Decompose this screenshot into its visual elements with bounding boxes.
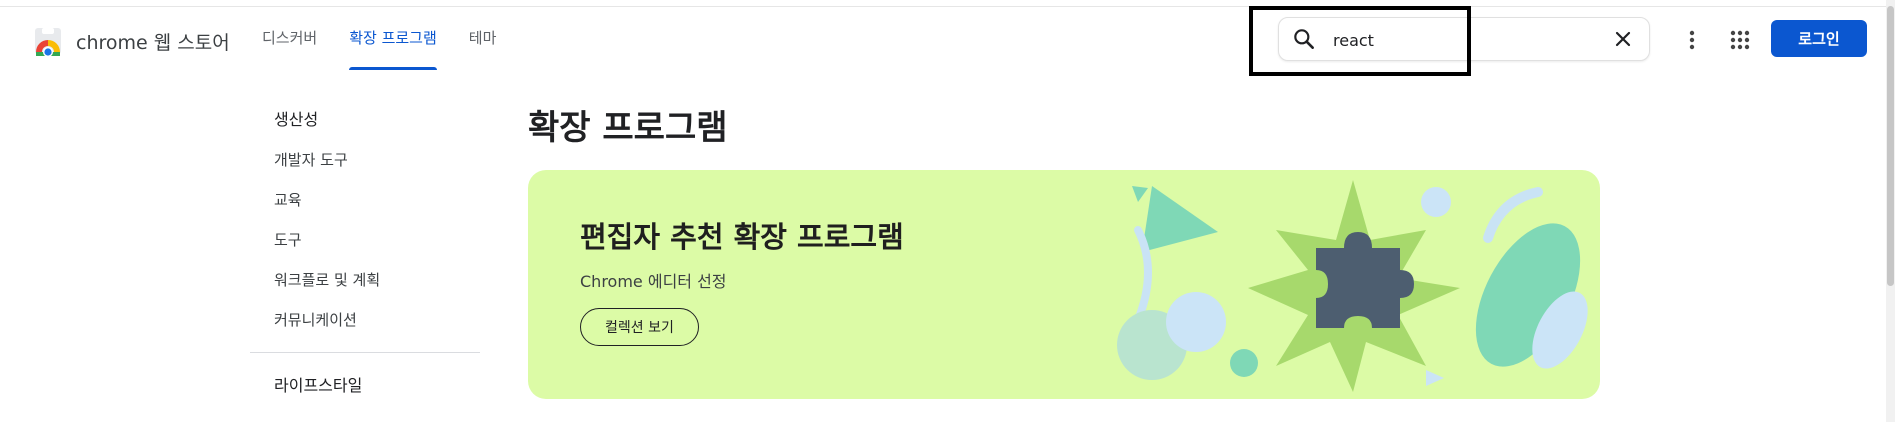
category-sidebar: 생산성 개발자 도구 교육 도구 워크플로 및 계획 커뮤니케이션 라이프스타일 (250, 100, 480, 406)
banner-subtitle: Chrome 에디터 선정 (580, 272, 727, 291)
apps-grid-icon[interactable] (1728, 28, 1752, 52)
banner-title: 편집자 추천 확장 프로그램 (580, 220, 904, 254)
more-vert-icon[interactable] (1682, 28, 1702, 52)
sidebar-item-tools[interactable]: 도구 (250, 220, 480, 260)
close-icon[interactable] (1611, 27, 1635, 51)
search-highlight-frame (1249, 6, 1471, 76)
sidebar-item-communication[interactable]: 커뮤니케이션 (250, 300, 480, 340)
page-title: 확장 프로그램 (528, 108, 728, 148)
sidebar-item-education[interactable]: 교육 (250, 180, 480, 220)
top-header: chrome 웹 스토어 디스커버 확장 프로그램 테마 로그인 (0, 6, 1895, 70)
login-button[interactable]: 로그인 (1771, 20, 1867, 57)
chrome-web-store-logo[interactable] (32, 26, 64, 58)
main-nav: 디스커버 확장 프로그램 테마 (262, 6, 528, 70)
featured-banner[interactable]: 편집자 추천 확장 프로그램 Chrome 에디터 선정 컬렉션 보기 (528, 170, 1600, 399)
tab-discover[interactable]: 디스커버 (262, 6, 317, 70)
view-collection-button[interactable]: 컬렉션 보기 (580, 308, 699, 346)
sidebar-item-developer-tools[interactable]: 개발자 도구 (250, 140, 480, 180)
tab-themes[interactable]: 테마 (469, 6, 497, 70)
sidebar-divider (250, 352, 480, 354)
puzzle-piece-icon (1117, 180, 1588, 392)
tab-extensions[interactable]: 확장 프로그램 (349, 6, 437, 70)
sidebar-item-productivity[interactable]: 생산성 (250, 100, 480, 140)
sidebar-item-workflow[interactable]: 워크플로 및 계획 (250, 260, 480, 300)
scrollbar-thumb[interactable] (1887, 6, 1894, 286)
store-brand[interactable]: chrome 웹 스토어 (76, 28, 230, 55)
page-scrollbar[interactable] (1886, 0, 1895, 422)
sidebar-item-lifestyle[interactable]: 라이프스타일 (250, 366, 480, 406)
